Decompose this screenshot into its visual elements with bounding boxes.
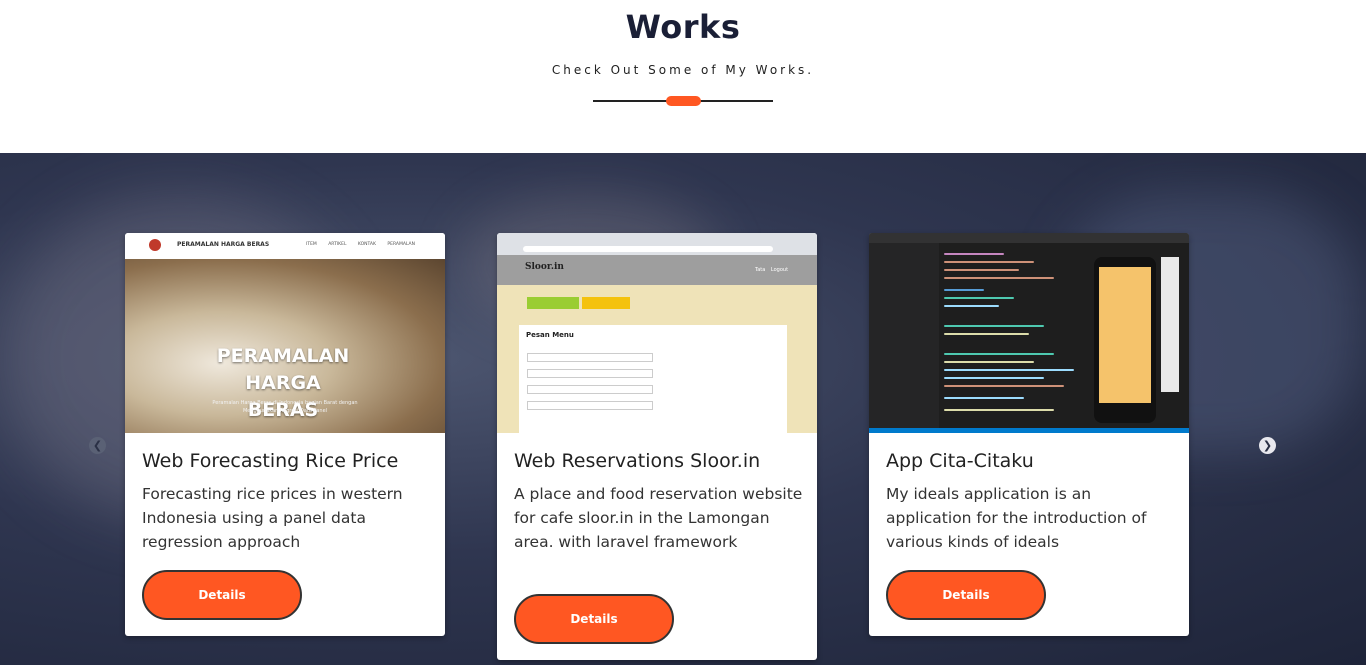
thumbnail-nav: ITEM ARTIKEL KONTAK PERAMALAN [306,242,415,247]
section-title: Works [625,8,741,46]
code-line [944,305,999,307]
work-card-cita-citaku: App Cita-Citaku My ideals application is… [869,233,1189,636]
thumbnail-form [519,325,787,433]
work-card-rice-price: PERAMALAN HARGA BERAS ITEM ARTIKEL KONTA… [125,233,445,636]
code-line [944,325,1044,327]
code-line [944,297,1014,299]
work-thumbnail[interactable]: PERAMALAN HARGA BERAS ITEM ARTIKEL KONTA… [125,233,445,433]
code-line [944,369,1074,371]
thumbnail-button [527,297,579,309]
thumbnail-field [527,353,653,362]
card-title: Web Reservations Sloor.in [514,450,761,472]
code-line [944,409,1054,411]
chevron-right-icon[interactable]: ❯ [1259,437,1276,454]
chevron-left-icon[interactable]: ❮ [89,437,106,454]
work-card-sloor-in: Sloor.in Tata Logout Pesan Menu Web Rese… [497,233,817,660]
section-subtitle: Check Out Some of My Works. [551,63,815,77]
details-button[interactable]: Details [886,570,1046,620]
emulator-toolbar [1161,257,1179,392]
phone-screen [1099,267,1151,403]
card-title: App Cita-Citaku [886,450,1034,472]
thumbnail-field [527,369,653,378]
code-line [944,289,984,291]
details-button[interactable]: Details [514,594,674,644]
browser-url-bar [523,246,773,252]
thumbnail-button [582,297,630,309]
details-button[interactable]: Details [142,570,302,620]
work-thumbnail[interactable]: Sloor.in Tata Logout Pesan Menu [497,233,817,433]
editor-statusbar [869,428,1189,433]
thumbnail-field [527,385,653,394]
thumbnail-nav: Tata Logout [755,267,789,273]
thumbnail-field [527,401,653,410]
editor-sidebar [869,243,939,428]
code-line [944,397,1024,399]
thumbnail-tagline: Peramalan Harga Beras di Indonesia bagia… [212,400,358,414]
title-divider-accent [666,96,701,106]
logo-icon [149,239,161,251]
code-line [944,261,1034,263]
code-line [944,377,1044,379]
thumbnail-brand: PERAMALAN HARGA BERAS [177,241,270,248]
code-line [944,385,1064,387]
card-title: Web Forecasting Rice Price [142,450,399,472]
code-line [944,361,1034,363]
code-line [944,253,1004,255]
thumbnail-brand: Sloor.in [525,262,564,272]
section-header: Works Check Out Some of My Works. [0,0,1366,153]
code-line [944,333,1029,335]
code-line [944,353,1054,355]
card-description: A place and food reservation website for… [514,485,803,551]
code-line [944,269,1019,271]
editor-titlebar [869,233,1189,243]
thumbnail-form-title: Pesan Menu [526,331,574,339]
card-description: My ideals application is an application … [886,485,1147,551]
work-thumbnail[interactable] [869,233,1189,433]
card-description: Forecasting rice prices in western Indon… [142,485,403,551]
code-line [944,277,1054,279]
